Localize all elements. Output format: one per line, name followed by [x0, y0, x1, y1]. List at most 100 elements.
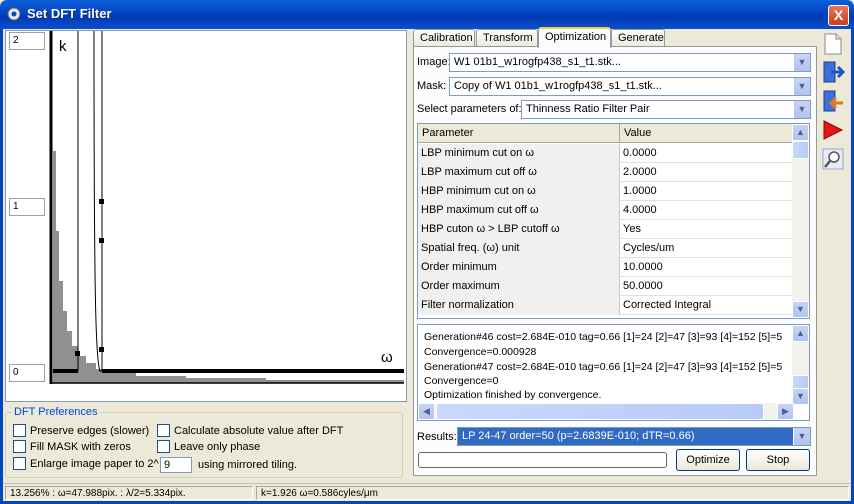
params-select-value: Thinness Ratio Filter Pair: [526, 103, 650, 115]
select-params-label: Select parameters of:: [417, 103, 522, 115]
chevron-down-icon[interactable]: ▼: [793, 101, 810, 118]
table-row[interactable]: LBP maximum cut off ω 2.0000: [418, 163, 794, 182]
row-value[interactable]: 0.0000: [620, 144, 794, 163]
plot-canvas: [49, 31, 404, 384]
row-parameter: LBP minimum cut on ω: [418, 144, 620, 163]
row-value[interactable]: 1.0000: [620, 182, 794, 201]
tab-transform[interactable]: Transform: [476, 29, 538, 47]
scroll-down-icon[interactable]: ▼: [792, 301, 809, 318]
results-select[interactable]: LP 24-47 order=50 (p=2.6839E-010; dTR=0.…: [457, 427, 811, 446]
fill-mask-checkbox[interactable]: Fill MASK with zeros: [13, 440, 131, 453]
row-parameter: Filter normalization: [418, 296, 620, 315]
zoom-icon[interactable]: [821, 147, 845, 171]
params-select[interactable]: Thinness Ratio Filter Pair ▼: [521, 100, 811, 119]
scroll-left-icon[interactable]: ◀: [418, 403, 435, 420]
filter-plot[interactable]: 2 1 0 k ω: [5, 30, 407, 402]
checkbox-box[interactable]: [157, 424, 170, 437]
import-icon[interactable]: [821, 60, 845, 84]
checkbox-label: Preserve edges (slower): [30, 424, 150, 437]
checkbox-box[interactable]: [157, 440, 170, 453]
mask-label: Mask:: [417, 80, 447, 92]
leave-phase-checkbox[interactable]: Leave only phase: [157, 440, 260, 453]
optimization-progress: [418, 452, 667, 468]
table-row[interactable]: HBP cuton ω > LBP cutoff ω Yes: [418, 220, 794, 239]
table-row[interactable]: Order maximum 50.0000: [418, 277, 794, 296]
axis-label-omega: ω: [381, 349, 393, 366]
tab-optimization[interactable]: Optimization: [538, 27, 611, 48]
results-select-value: LP 24-47 order=50 (p=2.6839E-010; dTR=0.…: [462, 430, 695, 442]
grid-scrollbar[interactable]: ▲ ▼: [792, 124, 809, 318]
row-parameter: Order maximum: [418, 277, 620, 296]
table-row[interactable]: Filter normalization Corrected Integral: [418, 296, 794, 315]
row-value[interactable]: 10.0000: [620, 258, 794, 277]
export-icon[interactable]: [821, 89, 845, 113]
header-parameter[interactable]: Parameter: [418, 124, 620, 143]
checkbox-label: Fill MASK with zeros: [30, 440, 131, 453]
preserve-edges-checkbox[interactable]: Preserve edges (slower): [13, 424, 149, 437]
optimize-button[interactable]: Optimize: [676, 449, 740, 471]
table-row[interactable]: Order minimum 10.0000: [418, 258, 794, 277]
hbp-handle-top: [99, 199, 104, 204]
checkbox-box[interactable]: [13, 457, 26, 470]
title-bar: Set DFT Filter X: [0, 0, 854, 29]
image-select[interactable]: W1 01b1_w1rogfp438_s1_t1.stk... ▼: [449, 53, 811, 72]
scroll-up-icon[interactable]: ▲: [792, 124, 809, 141]
row-value[interactable]: 2.0000: [620, 163, 794, 182]
grid-header: Parameter Value: [418, 124, 794, 143]
run-icon[interactable]: [821, 118, 845, 142]
table-row[interactable]: Spatial freq. (ω) unit Cycles/um: [418, 239, 794, 258]
mask-select[interactable]: Copy of W1 01b1_w1rogfp438_s1_t1.stk... ▼: [449, 77, 811, 96]
optimization-log[interactable]: Generation#46 cost=2.684E-010 tag=0.66 […: [417, 324, 810, 421]
row-value[interactable]: 4.0000: [620, 201, 794, 220]
image-select-value: W1 01b1_w1rogfp438_s1_t1.stk...: [454, 56, 621, 68]
image-label: Image:: [417, 56, 451, 68]
chevron-down-icon[interactable]: ▼: [793, 54, 810, 71]
stop-button[interactable]: Stop: [746, 449, 810, 471]
table-row[interactable]: HBP minimum cut on ω 1.0000: [418, 182, 794, 201]
parameter-grid[interactable]: Parameter Value LBP minimum cut on ω 0.00…: [417, 123, 810, 319]
scroll-right-icon[interactable]: ▶: [777, 403, 794, 420]
results-label: Results:: [417, 431, 457, 443]
row-value[interactable]: Yes: [620, 220, 794, 239]
preferences-legend: DFT Preferences: [14, 406, 98, 418]
scroll-up-icon[interactable]: ▲: [792, 325, 809, 342]
scroll-thumb[interactable]: [792, 141, 809, 159]
log-vscrollbar[interactable]: ▲ ▼: [792, 325, 809, 405]
tab-generate[interactable]: Generate: [611, 29, 665, 47]
chevron-down-icon[interactable]: ▼: [793, 78, 810, 95]
scroll-thumb[interactable]: [792, 375, 809, 389]
hbp-handle-mid: [99, 238, 104, 243]
log-line: Generation#46 cost=2.684E-010 tag=0.66 […: [424, 331, 783, 343]
curve-label-k: k: [59, 38, 67, 55]
hbp-handle-bottom: [99, 347, 104, 352]
lbp-handle: [75, 351, 80, 356]
enlarge-checkbox[interactable]: Enlarge image paper to 2^: [13, 457, 159, 470]
log-line: Generation#47 cost=2.684E-010 tag=0.66 […: [424, 361, 783, 373]
row-value[interactable]: 50.0000: [620, 277, 794, 296]
row-parameter: HBP minimum cut on ω: [418, 182, 620, 201]
close-button[interactable]: X: [828, 5, 849, 26]
checkbox-label: Enlarge image paper to 2^: [30, 457, 159, 470]
log-hscrollbar[interactable]: ◀ ▶: [418, 403, 794, 420]
row-parameter: Spatial freq. (ω) unit: [418, 239, 620, 258]
row-parameter: HBP maximum cut off ω: [418, 201, 620, 220]
calc-abs-checkbox[interactable]: Calculate absolute value after DFT: [157, 424, 343, 437]
log-line: Convergence=0.000928: [424, 346, 537, 358]
enlarge-power-input[interactable]: 9: [160, 457, 192, 473]
table-row[interactable]: LBP minimum cut on ω 0.0000: [418, 144, 794, 163]
chevron-down-icon[interactable]: ▼: [793, 428, 810, 445]
header-value[interactable]: Value: [620, 124, 794, 143]
row-value[interactable]: Corrected Integral: [620, 296, 794, 315]
scroll-thumb[interactable]: [436, 403, 764, 420]
row-value[interactable]: Cycles/um: [620, 239, 794, 258]
checkbox-box[interactable]: [13, 424, 26, 437]
checkbox-box[interactable]: [13, 440, 26, 453]
checkbox-label: Leave only phase: [174, 440, 261, 453]
table-row[interactable]: HBP maximum cut off ω 4.0000: [418, 201, 794, 220]
tab-calibration[interactable]: Calibration: [413, 29, 475, 47]
new-document-icon[interactable]: [821, 32, 845, 56]
window-title: Set DFT Filter: [27, 6, 112, 21]
gear-icon: [7, 7, 21, 21]
row-parameter: LBP maximum cut off ω: [418, 163, 620, 182]
scroll-down-icon[interactable]: ▼: [792, 388, 809, 405]
